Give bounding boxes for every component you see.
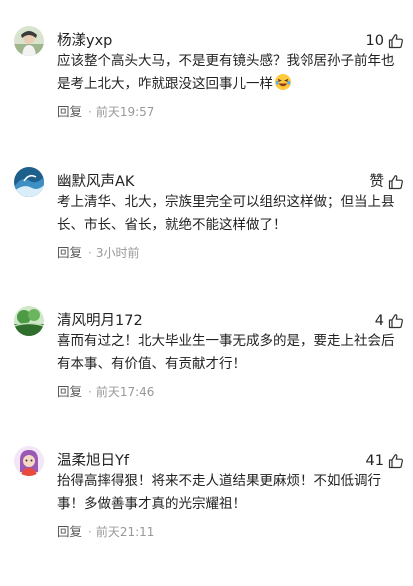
reply-button[interactable]: 回复: [57, 245, 82, 260]
avatar[interactable]: [14, 446, 44, 476]
comment-time: 前天19:57: [95, 105, 155, 119]
meta-separator: ·: [88, 105, 92, 119]
comment-time: 前天17:46: [95, 385, 155, 399]
avatar-image: [14, 446, 44, 476]
comment-text: 应该整个高头大马，不是更有镜头感？我邻居孙子前年也是考上北大，咋就跟没这回事儿一…: [57, 50, 407, 96]
reply-button[interactable]: 回复: [57, 384, 82, 399]
comment-meta: 回复 · 前天19:57: [57, 101, 154, 123]
comment-item: 清风明月172 4 喜而有过之！北大毕业生一事无成多的是，要走上社会后有本事、有…: [0, 306, 413, 446]
thumbs-up-icon: [388, 454, 403, 469]
comment-meta: 回复 · 前天21:11: [57, 521, 154, 543]
comment-text: 考上清华、北大，宗族里完全可以组织这样做；但当上县长、市长、省长，就绝不能这样做…: [57, 194, 395, 233]
comment-item: 温柔旭日Yf 41 抬得高摔得狠！将来不走人道结果更麻烦！不如低调行事！多做善事…: [0, 446, 413, 586]
comment-text-body: 应该整个高头大马，不是更有镜头感？我邻居孙子前年也是考上北大，咋就跟没这回事儿一…: [57, 53, 395, 92]
avatar-image: [14, 26, 44, 56]
comment-text: 抬得高摔得狠！将来不走人道结果更麻烦！不如低调行事！多做善事才真的光宗耀祖！: [57, 473, 381, 512]
meta-separator: ·: [88, 385, 92, 399]
reply-button[interactable]: 回复: [57, 104, 82, 119]
comment-meta: 回复 · 3小时前: [57, 242, 139, 264]
thumbs-up-icon: [388, 34, 403, 49]
thumbs-up-icon: [388, 314, 403, 329]
thumbs-up-icon: [388, 175, 403, 190]
avatar-image: [14, 167, 44, 197]
laughing-emoji-icon: [275, 74, 291, 90]
comment-text: 喜而有过之！北大毕业生一事无成多的是，要走上社会后有本事、有价值、有贡献才行！: [57, 333, 395, 372]
comment-time: 3小时前: [95, 246, 140, 260]
comment-item: 幽默风声AK 赞 考上清华、北大，宗族里完全可以组织这样做；但当上县长、市长、省…: [0, 167, 413, 307]
comment-item: 杨漾yxp 10 应该整个高头大马，不是更有镜头感？我邻居孙子前年也是考上北大，…: [0, 26, 413, 166]
comment-meta: 回复 · 前天17:46: [57, 381, 154, 403]
avatar-image: [14, 306, 44, 336]
avatar[interactable]: [14, 26, 44, 56]
meta-separator: ·: [88, 246, 92, 260]
avatar[interactable]: [14, 167, 44, 197]
avatar[interactable]: [14, 306, 44, 336]
